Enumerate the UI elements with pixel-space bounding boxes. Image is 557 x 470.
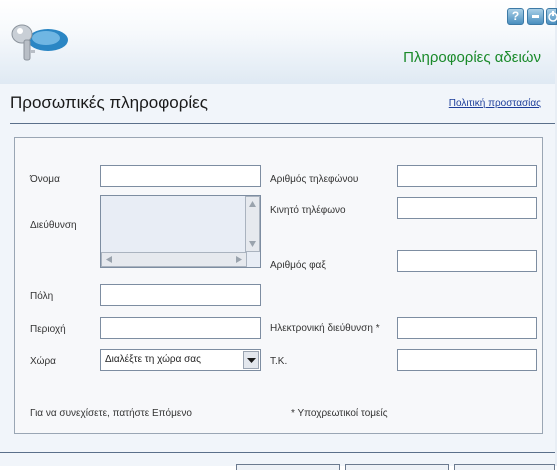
privacy-policy-link[interactable]: Πολιτική προστασίας <box>449 98 541 109</box>
address-label: Διεύθυνση <box>30 220 77 231</box>
region-label: Περιοχή <box>30 324 66 335</box>
scroll-up-icon[interactable] <box>248 200 257 208</box>
dropdown-arrow-icon <box>247 358 256 363</box>
title-divider <box>10 123 555 124</box>
zip-label: Τ.Κ. <box>270 356 288 367</box>
country-select[interactable]: Διαλέξτε τη χώρα σας <box>100 349 261 371</box>
address-textarea[interactable] <box>100 195 261 268</box>
city-input[interactable] <box>100 284 261 306</box>
keys-logo-icon <box>11 24 68 61</box>
footer-divider <box>0 452 555 453</box>
country-select-value: Διαλέξτε τη χώρα σας <box>105 354 201 365</box>
scroll-down-icon[interactable] <box>248 240 257 248</box>
power-button[interactable] <box>546 8 557 25</box>
name-label: Όνομα <box>30 174 60 185</box>
scroll-right-icon[interactable] <box>235 255 243 264</box>
minimize-icon <box>532 15 539 18</box>
scroll-left-icon[interactable] <box>105 255 113 264</box>
phone-label: Αριθμός τηλεφώνου <box>270 174 359 185</box>
zip-input[interactable] <box>397 349 537 371</box>
page-title: Προσωπικές πληροφορίες <box>10 93 208 112</box>
required-fields-note: * Υποχρεωτικοί τομείς <box>291 408 388 419</box>
country-dropdown-button[interactable] <box>243 351 259 369</box>
next-button[interactable] <box>345 464 449 470</box>
phone-input[interactable] <box>397 165 537 187</box>
mobile-input[interactable] <box>397 197 537 219</box>
mobile-label: Κινητό τηλέφωνο <box>270 205 346 216</box>
back-button[interactable] <box>236 464 340 470</box>
help-icon: ? <box>511 9 520 23</box>
app-title: Πληροφορίες αδειών <box>403 49 541 66</box>
fax-label: Αριθμός φαξ <box>270 260 326 271</box>
minimize-button[interactable] <box>527 8 544 25</box>
email-input[interactable] <box>397 317 537 339</box>
address-vertical-scrollbar[interactable] <box>245 196 260 252</box>
city-label: Πόλη <box>30 291 54 302</box>
region-input[interactable] <box>100 317 261 339</box>
title-bar: ? Πληροφορίες αδειών <box>0 0 557 84</box>
country-label: Χώρα <box>30 356 56 367</box>
email-label: Ηλεκτρονική διεύθυνση * <box>270 323 380 334</box>
cancel-button[interactable] <box>454 464 555 470</box>
fax-input[interactable] <box>397 250 537 272</box>
power-icon <box>548 11 557 22</box>
continue-hint: Για να συνεχίσετε, πατήστε Επόμενο <box>30 408 192 419</box>
app-window: ? Πληροφορίες αδειών Προσωπικές πληροφορ… <box>0 0 557 470</box>
name-input[interactable] <box>100 165 261 187</box>
address-horizontal-scrollbar[interactable] <box>101 252 247 267</box>
help-button[interactable]: ? <box>507 8 524 25</box>
